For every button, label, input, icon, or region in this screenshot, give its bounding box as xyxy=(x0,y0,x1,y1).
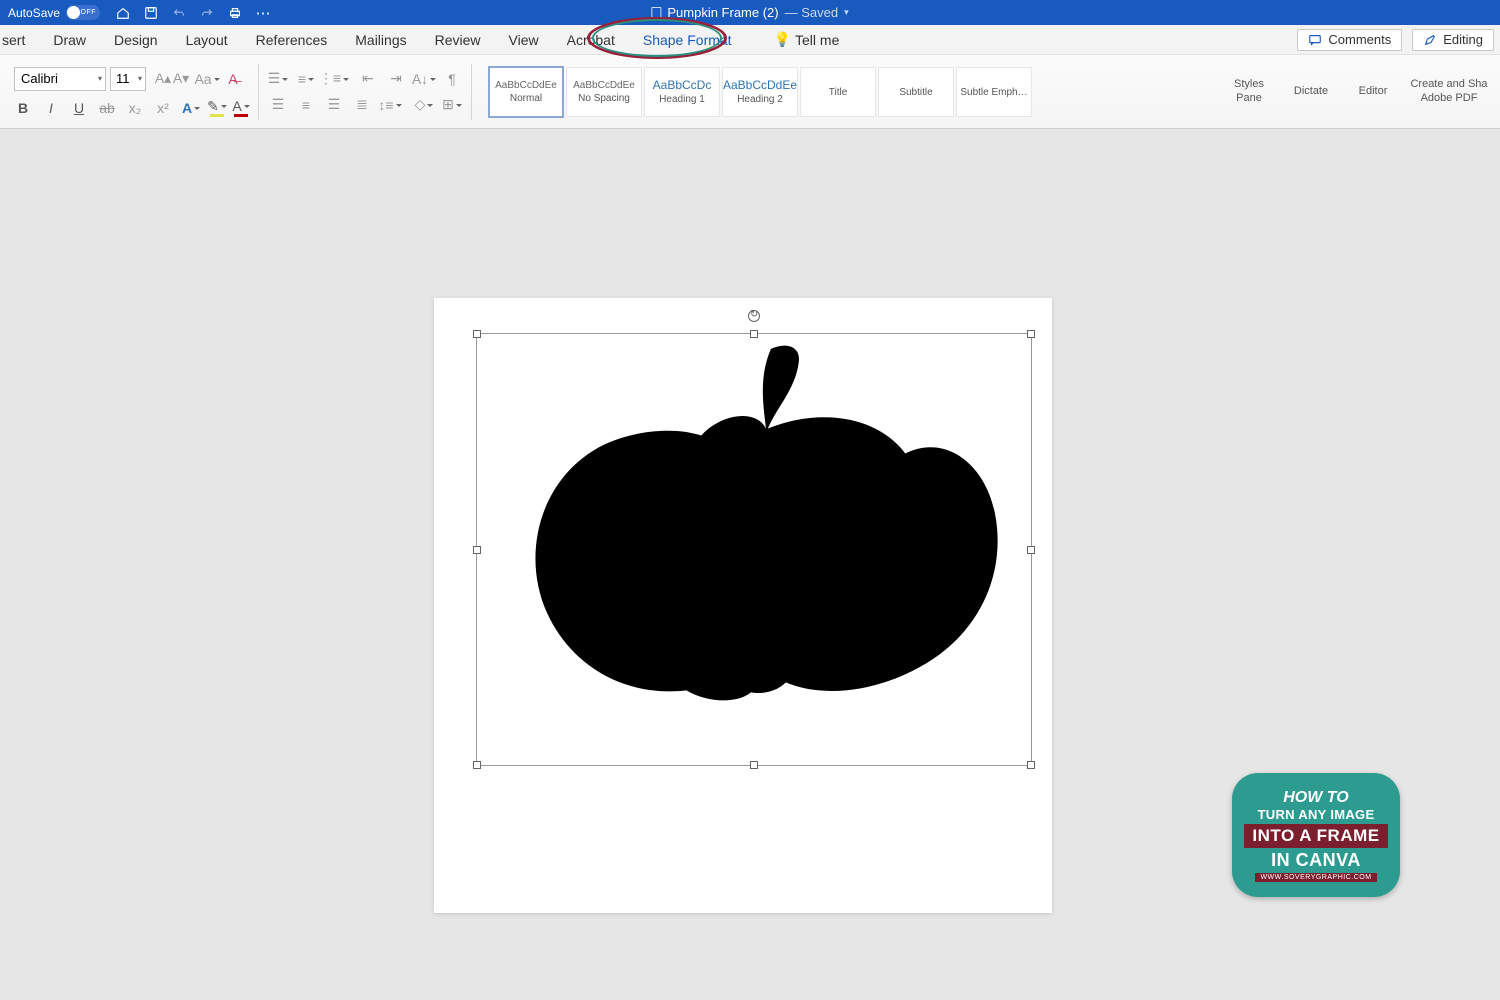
tab-view[interactable]: View xyxy=(495,32,553,48)
tab-design[interactable]: Design xyxy=(100,32,172,48)
title-bar: AutoSave OFF ⋯ Pumpkin Frame (2) — Saved… xyxy=(0,0,1500,25)
doc-file-icon xyxy=(651,7,661,19)
dictate-button[interactable]: Dictate xyxy=(1280,85,1342,98)
paragraph-mark-icon[interactable]: ¶ xyxy=(443,70,461,88)
borders-icon[interactable]: ⊞ xyxy=(443,96,461,114)
align-left-icon[interactable]: ☰ xyxy=(269,96,287,114)
align-right-icon[interactable]: ☰ xyxy=(325,96,343,114)
autosave-off: OFF xyxy=(81,9,97,16)
style-no-spacing[interactable]: AaBbCcDdEe No Spacing xyxy=(566,67,642,117)
chevron-down-icon: ▾ xyxy=(844,7,849,18)
styles-gallery: AaBbCcDdEe Normal AaBbCcDdEe No Spacing … xyxy=(488,63,1032,121)
shading-icon[interactable]: ◇ xyxy=(415,96,433,114)
decrease-indent-icon[interactable]: ⇤ xyxy=(359,70,377,88)
doc-name: Pumpkin Frame (2) xyxy=(667,5,778,20)
toggle-knob xyxy=(67,6,80,19)
tab-layout[interactable]: Layout xyxy=(172,32,242,48)
editing-button[interactable]: Editing xyxy=(1412,29,1494,51)
badge-line2: TURN ANY IMAGE xyxy=(1258,807,1375,822)
shape-selection[interactable] xyxy=(476,333,1032,766)
print-icon[interactable] xyxy=(228,6,242,20)
justify-icon[interactable]: ≣ xyxy=(353,96,371,114)
style-subtle-emph[interactable]: Subtle Emph… xyxy=(956,67,1032,117)
tab-draw[interactable]: Draw xyxy=(39,32,100,48)
undo-icon[interactable] xyxy=(172,6,186,20)
badge-line5: WWW.SOVERYGRAPHIC.COM xyxy=(1255,873,1376,882)
bullets-icon[interactable]: ☰ xyxy=(269,70,287,88)
grow-font-icon[interactable]: A▴ xyxy=(154,70,172,88)
autosave-control[interactable]: AutoSave OFF xyxy=(8,5,100,20)
badge-line3: INTO A FRAME xyxy=(1244,824,1387,848)
more-icon[interactable]: ⋯ xyxy=(256,6,270,20)
line-spacing-icon[interactable]: ↕≡ xyxy=(381,96,399,114)
tab-references[interactable]: References xyxy=(242,32,342,48)
bold-icon[interactable]: B xyxy=(14,99,32,117)
align-center-icon[interactable]: ≡ xyxy=(297,96,315,114)
shrink-font-icon[interactable]: A▾ xyxy=(172,70,190,88)
increase-indent-icon[interactable]: ⇥ xyxy=(387,70,405,88)
tab-shape-format[interactable]: Shape Format xyxy=(629,32,746,48)
superscript-icon[interactable]: x² xyxy=(154,99,172,117)
underline-icon[interactable]: U xyxy=(70,99,88,117)
home-icon[interactable] xyxy=(116,6,130,20)
clear-format-icon[interactable]: A̶ xyxy=(224,70,242,88)
doc-saved: — Saved xyxy=(785,5,838,20)
tab-review[interactable]: Review xyxy=(421,32,495,48)
style-subtitle[interactable]: Subtitle xyxy=(878,67,954,117)
styles-pane-button[interactable]: Styles Pane xyxy=(1218,78,1280,104)
editor-button[interactable]: Editor xyxy=(1342,85,1404,98)
multilevel-icon[interactable]: ⋮≡ xyxy=(325,70,343,88)
promo-badge: HOW TO TURN ANY IMAGE INTO A FRAME IN CA… xyxy=(1232,773,1400,897)
style-title[interactable]: Title xyxy=(800,67,876,117)
save-icon[interactable] xyxy=(144,6,158,20)
create-pdf-button[interactable]: Create and Sha Adobe PDF xyxy=(1404,78,1494,104)
tab-mailings[interactable]: Mailings xyxy=(341,32,420,48)
badge-line4: IN CANVA xyxy=(1271,850,1361,871)
ribbon-toolbar: Calibri▾ 11▾ A▴ A▾ Aa A̶ B I U ab x₂ x² … xyxy=(0,55,1500,129)
autosave-label: AutoSave xyxy=(8,6,60,20)
font-name-select[interactable]: Calibri▾ xyxy=(14,67,106,91)
ribbon-tabs: sert Draw Design Layout References Maili… xyxy=(0,25,1500,55)
document-title[interactable]: Pumpkin Frame (2) — Saved ▾ xyxy=(651,5,848,20)
subscript-icon[interactable]: x₂ xyxy=(126,99,144,117)
tell-me[interactable]: 💡 Tell me xyxy=(760,31,854,48)
highlight-icon[interactable]: ✎ xyxy=(210,99,224,117)
comments-button[interactable]: Comments xyxy=(1297,29,1402,51)
pumpkin-shape[interactable] xyxy=(477,334,1031,765)
badge-line1: HOW TO xyxy=(1283,789,1348,807)
text-effects-icon[interactable]: A xyxy=(182,99,200,117)
style-heading1[interactable]: AaBbCcDc Heading 1 xyxy=(644,67,720,117)
tab-acrobat[interactable]: Acrobat xyxy=(553,32,629,48)
strikethrough-icon[interactable]: ab xyxy=(98,99,116,117)
change-case-icon[interactable]: Aa xyxy=(198,70,216,88)
quick-access-toolbar: ⋯ xyxy=(116,6,270,20)
divider xyxy=(258,64,259,120)
autosave-toggle[interactable]: OFF xyxy=(66,5,100,20)
style-heading2[interactable]: AaBbCcDdEe Heading 2 xyxy=(722,67,798,117)
italic-icon[interactable]: I xyxy=(42,99,60,117)
style-normal[interactable]: AaBbCcDdEe Normal xyxy=(488,66,564,118)
redo-icon[interactable] xyxy=(200,6,214,20)
sort-icon[interactable]: A↓ xyxy=(415,70,433,88)
numbering-icon[interactable]: ≡ xyxy=(297,70,315,88)
rotate-handle[interactable] xyxy=(748,310,760,322)
divider xyxy=(471,64,472,120)
font-color-icon[interactable]: A xyxy=(234,99,248,117)
font-size-select[interactable]: 11▾ xyxy=(110,67,146,91)
tab-insert[interactable]: sert xyxy=(0,32,39,48)
